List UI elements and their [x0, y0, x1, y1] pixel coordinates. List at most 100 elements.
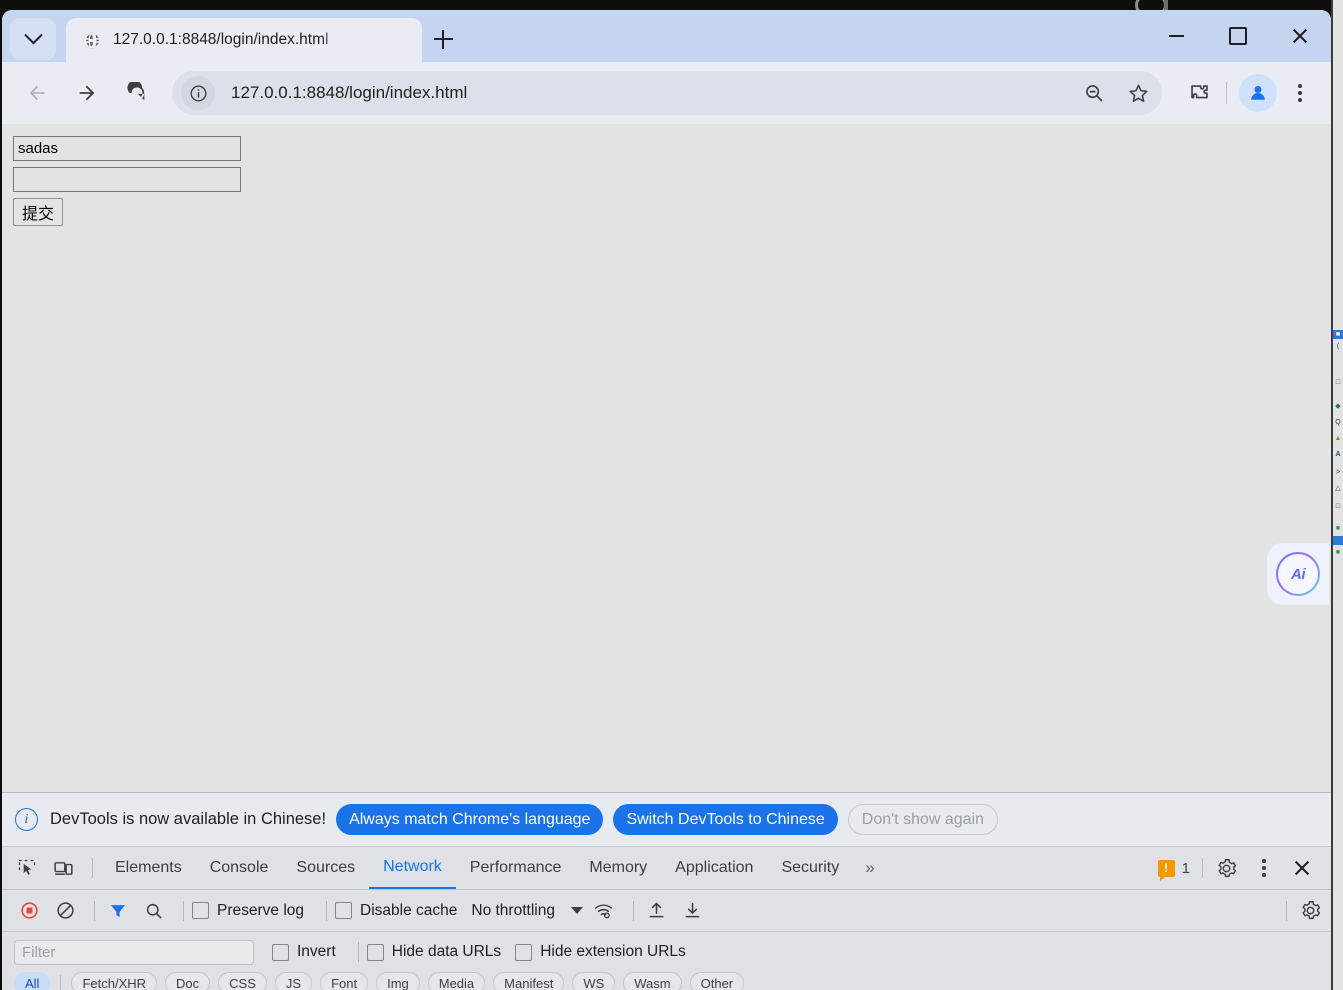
issues-badge[interactable]: ! 1	[1158, 860, 1190, 877]
search-icon	[144, 901, 164, 921]
sliver-icon-6: ▲	[1333, 434, 1343, 443]
devtools-panel: i DevTools is now available in Chinese! …	[2, 792, 1331, 990]
chevron-down-icon	[571, 907, 583, 914]
pill-fetch-xhr[interactable]: Fetch/XHR	[71, 972, 157, 990]
minimize-button[interactable]	[1145, 10, 1207, 62]
forward-button[interactable]	[66, 72, 108, 114]
info-circle-icon: i	[15, 808, 38, 831]
reload-button[interactable]	[116, 72, 158, 114]
dont-show-again-button[interactable]: Don't show again	[848, 804, 998, 835]
password-input[interactable]	[13, 167, 241, 192]
tab-close-button[interactable]	[390, 30, 410, 50]
hide-data-urls-checkbox[interactable]: Hide data URLs	[367, 943, 515, 961]
tab-strip: 127.0.0.1:8848/login/index.html	[2, 10, 1331, 62]
pill-manifest[interactable]: Manifest	[493, 972, 564, 990]
extensions-button[interactable]	[1178, 72, 1220, 114]
network-toolbar-separator-3	[326, 901, 327, 921]
maximize-button[interactable]	[1207, 10, 1269, 62]
disable-cache-label: Disable cache	[360, 902, 457, 920]
tabbar-separator-right	[1202, 858, 1203, 878]
tab-elements[interactable]: Elements	[101, 847, 196, 889]
tab-search-button[interactable]	[10, 18, 56, 60]
inspect-element-button[interactable]	[12, 853, 42, 883]
tab-memory[interactable]: Memory	[575, 847, 661, 889]
tab-sources[interactable]: Sources	[282, 847, 369, 889]
zoom-button[interactable]	[1074, 73, 1114, 113]
import-har-button[interactable]	[642, 896, 672, 926]
search-button[interactable]	[139, 896, 169, 926]
reload-icon	[126, 82, 148, 104]
forward-arrow-icon	[76, 82, 98, 104]
toolbar-right	[1170, 72, 1331, 114]
background-window-sliver: ■ ( □ ◆ Q ▲ A > △ □ ■ ■	[1331, 0, 1343, 990]
tab-network[interactable]: Network	[369, 847, 456, 889]
network-toolbar-right	[1278, 896, 1331, 926]
omnibox-actions	[1074, 73, 1162, 113]
throttling-dropdown[interactable]: No throttling	[471, 902, 583, 920]
new-tab-button[interactable]	[428, 24, 458, 54]
pill-ws[interactable]: WS	[572, 972, 615, 990]
disable-cache-checkbox[interactable]: Disable cache	[335, 902, 471, 920]
banner-close-button[interactable]	[1293, 809, 1315, 831]
username-input[interactable]	[13, 136, 241, 161]
switch-to-chinese-button[interactable]: Switch DevTools to Chinese	[613, 804, 837, 835]
devtools-settings-button[interactable]	[1211, 853, 1241, 883]
invert-checkbox[interactable]: Invert	[272, 943, 350, 961]
person-icon	[1247, 82, 1269, 104]
ai-assistant-button[interactable]: Ai	[1267, 543, 1329, 605]
devtools-close-button[interactable]	[1287, 853, 1317, 883]
profile-button[interactable]	[1239, 74, 1277, 112]
back-button[interactable]	[16, 72, 58, 114]
more-tabs-button[interactable]: »	[853, 858, 886, 878]
always-match-language-button[interactable]: Always match Chrome's language	[336, 804, 603, 835]
device-toolbar-button[interactable]	[48, 853, 78, 883]
pill-doc[interactable]: Doc	[165, 972, 210, 990]
network-settings-button[interactable]	[1295, 896, 1325, 926]
clear-icon	[55, 900, 76, 921]
screen: ■ ( □ ◆ Q ▲ A > △ □ ■ ■ 127.0.0.1:8848/l…	[0, 0, 1343, 990]
pill-all[interactable]: All	[14, 972, 50, 990]
throttling-settings-button[interactable]	[589, 896, 619, 926]
pill-wasm[interactable]: Wasm	[623, 972, 681, 990]
browser-tab[interactable]: 127.0.0.1:8848/login/index.html	[66, 18, 422, 62]
pill-css[interactable]: CSS	[218, 972, 267, 990]
preserve-log-checkbox[interactable]: Preserve log	[192, 902, 318, 920]
close-window-button[interactable]	[1269, 10, 1331, 62]
three-dot-menu-icon	[1298, 84, 1302, 88]
issues-count: 1	[1182, 860, 1190, 877]
ai-icon: Ai	[1276, 552, 1320, 596]
pill-img[interactable]: Img	[376, 972, 420, 990]
zoom-out-icon	[1083, 82, 1105, 104]
devtools-menu-button[interactable]	[1247, 848, 1281, 888]
record-button[interactable]	[14, 896, 44, 926]
sliver-icon-12	[1333, 536, 1343, 545]
pill-other[interactable]: Other	[690, 972, 745, 990]
network-toolbar-separator-5	[1286, 901, 1287, 921]
tab-console[interactable]: Console	[196, 847, 283, 889]
sliver-icon-1: ■	[1333, 330, 1343, 339]
filter-funnel-icon	[108, 901, 128, 921]
sliver-icon-9: △	[1333, 484, 1343, 493]
pill-media[interactable]: Media	[428, 972, 485, 990]
tab-security[interactable]: Security	[767, 847, 853, 889]
filter-input[interactable]	[14, 940, 254, 965]
filter-toggle-button[interactable]	[103, 896, 133, 926]
tab-application[interactable]: Application	[661, 847, 767, 889]
hide-extension-urls-checkbox[interactable]: Hide extension URLs	[515, 943, 700, 961]
browser-toolbar: 127.0.0.1:8848/login/index.html	[2, 62, 1331, 124]
browser-menu-button[interactable]	[1283, 73, 1317, 113]
pill-js[interactable]: JS	[275, 972, 312, 990]
tab-performance[interactable]: Performance	[456, 847, 576, 889]
sliver-icon-11: ■	[1333, 524, 1343, 533]
browser-window: 127.0.0.1:8848/login/index.html	[2, 10, 1331, 990]
clear-button[interactable]	[50, 896, 80, 926]
hide-data-urls-label: Hide data URLs	[392, 943, 501, 961]
tabbar-separator	[92, 858, 93, 878]
address-bar[interactable]: 127.0.0.1:8848/login/index.html	[172, 71, 1162, 115]
bookmark-button[interactable]	[1118, 73, 1158, 113]
pill-font[interactable]: Font	[320, 972, 368, 990]
minimize-icon	[1169, 35, 1184, 37]
submit-button[interactable]: 提交	[13, 198, 63, 226]
export-har-button[interactable]	[678, 896, 708, 926]
site-info-button[interactable]	[181, 76, 215, 110]
